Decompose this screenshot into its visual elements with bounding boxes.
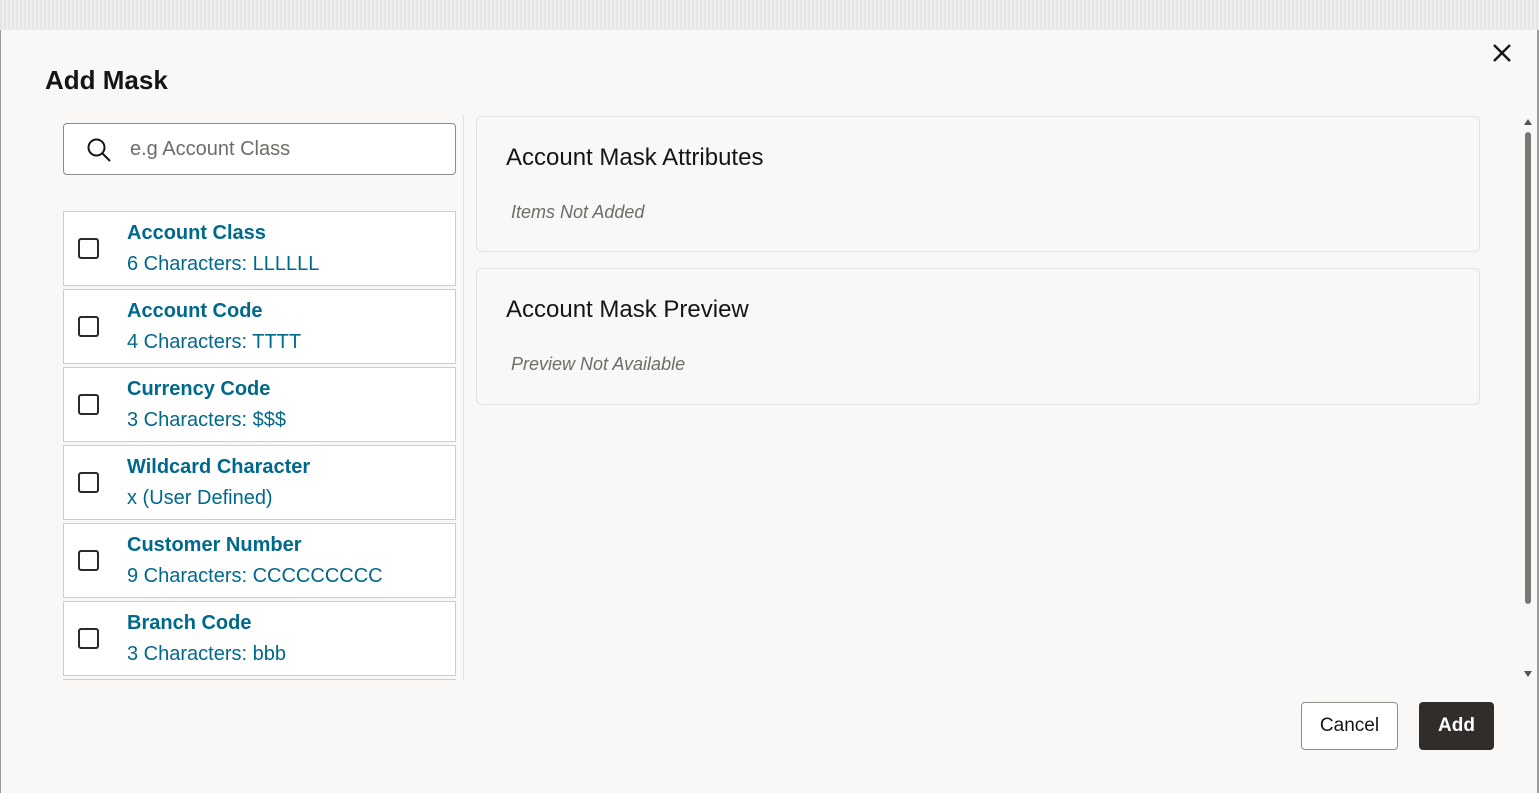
item-name: Account Class (127, 222, 266, 245)
search-input[interactable] (130, 134, 440, 164)
add-mask-dialog: Add Mask Account Class 6 Characters: LLL… (1, 30, 1537, 793)
item-name: Account Code (127, 300, 263, 323)
item-name: Customer Number (127, 534, 301, 557)
list-item[interactable]: Account Class 6 Characters: LLLLLL (63, 211, 456, 286)
preview-title: Account Mask Preview (506, 296, 749, 324)
mask-preview-card: Account Mask Preview Preview Not Availab… (476, 268, 1480, 405)
item-name: Branch Code (127, 612, 251, 635)
item-description: 3 Characters: $$$ (127, 409, 286, 432)
attributes-empty-text: Items Not Added (511, 202, 644, 223)
list-item[interactable]: Customer Number 9 Characters: CCCCCCCCC (63, 523, 456, 598)
item-checkbox[interactable] (78, 316, 99, 337)
close-icon (1489, 40, 1515, 66)
item-description: 4 Characters: TTTT (127, 331, 301, 354)
item-description: x (User Defined) (127, 487, 273, 510)
mask-attributes-card: Account Mask Attributes Items Not Added (476, 116, 1480, 252)
close-button[interactable] (1489, 40, 1515, 66)
item-description: 3 Characters: bbb (127, 643, 286, 666)
scrollbar[interactable] (1521, 116, 1535, 681)
list-item[interactable]: Numeric Value (63, 679, 456, 680)
dialog-title: Add Mask (45, 65, 168, 96)
add-button[interactable]: Add (1419, 702, 1494, 750)
scrollbar-thumb[interactable] (1525, 132, 1531, 604)
list-item[interactable]: Wildcard Character x (User Defined) (63, 445, 456, 520)
item-description: 9 Characters: CCCCCCCCC (127, 565, 383, 588)
item-name: Currency Code (127, 378, 270, 401)
list-item[interactable]: Currency Code 3 Characters: $$$ (63, 367, 456, 442)
item-description: 6 Characters: LLLLLL (127, 253, 319, 276)
background-page (0, 0, 1539, 30)
item-checkbox[interactable] (78, 550, 99, 571)
item-name: Wildcard Character (127, 456, 310, 479)
scroll-down-icon[interactable] (1524, 671, 1532, 677)
item-checkbox[interactable] (78, 628, 99, 649)
list-item[interactable]: Branch Code 3 Characters: bbb (63, 601, 456, 676)
cancel-button[interactable]: Cancel (1301, 702, 1398, 750)
item-checkbox[interactable] (78, 238, 99, 259)
list-item[interactable]: Account Code 4 Characters: TTTT (63, 289, 456, 364)
scroll-up-icon[interactable] (1524, 119, 1532, 125)
search-field[interactable] (63, 123, 456, 175)
item-checkbox[interactable] (78, 394, 99, 415)
attribute-list-panel: Account Class 6 Characters: LLLLLL Accou… (55, 115, 464, 680)
item-checkbox[interactable] (78, 472, 99, 493)
search-icon (86, 137, 112, 163)
preview-empty-text: Preview Not Available (511, 354, 685, 375)
attributes-title: Account Mask Attributes (506, 144, 763, 172)
